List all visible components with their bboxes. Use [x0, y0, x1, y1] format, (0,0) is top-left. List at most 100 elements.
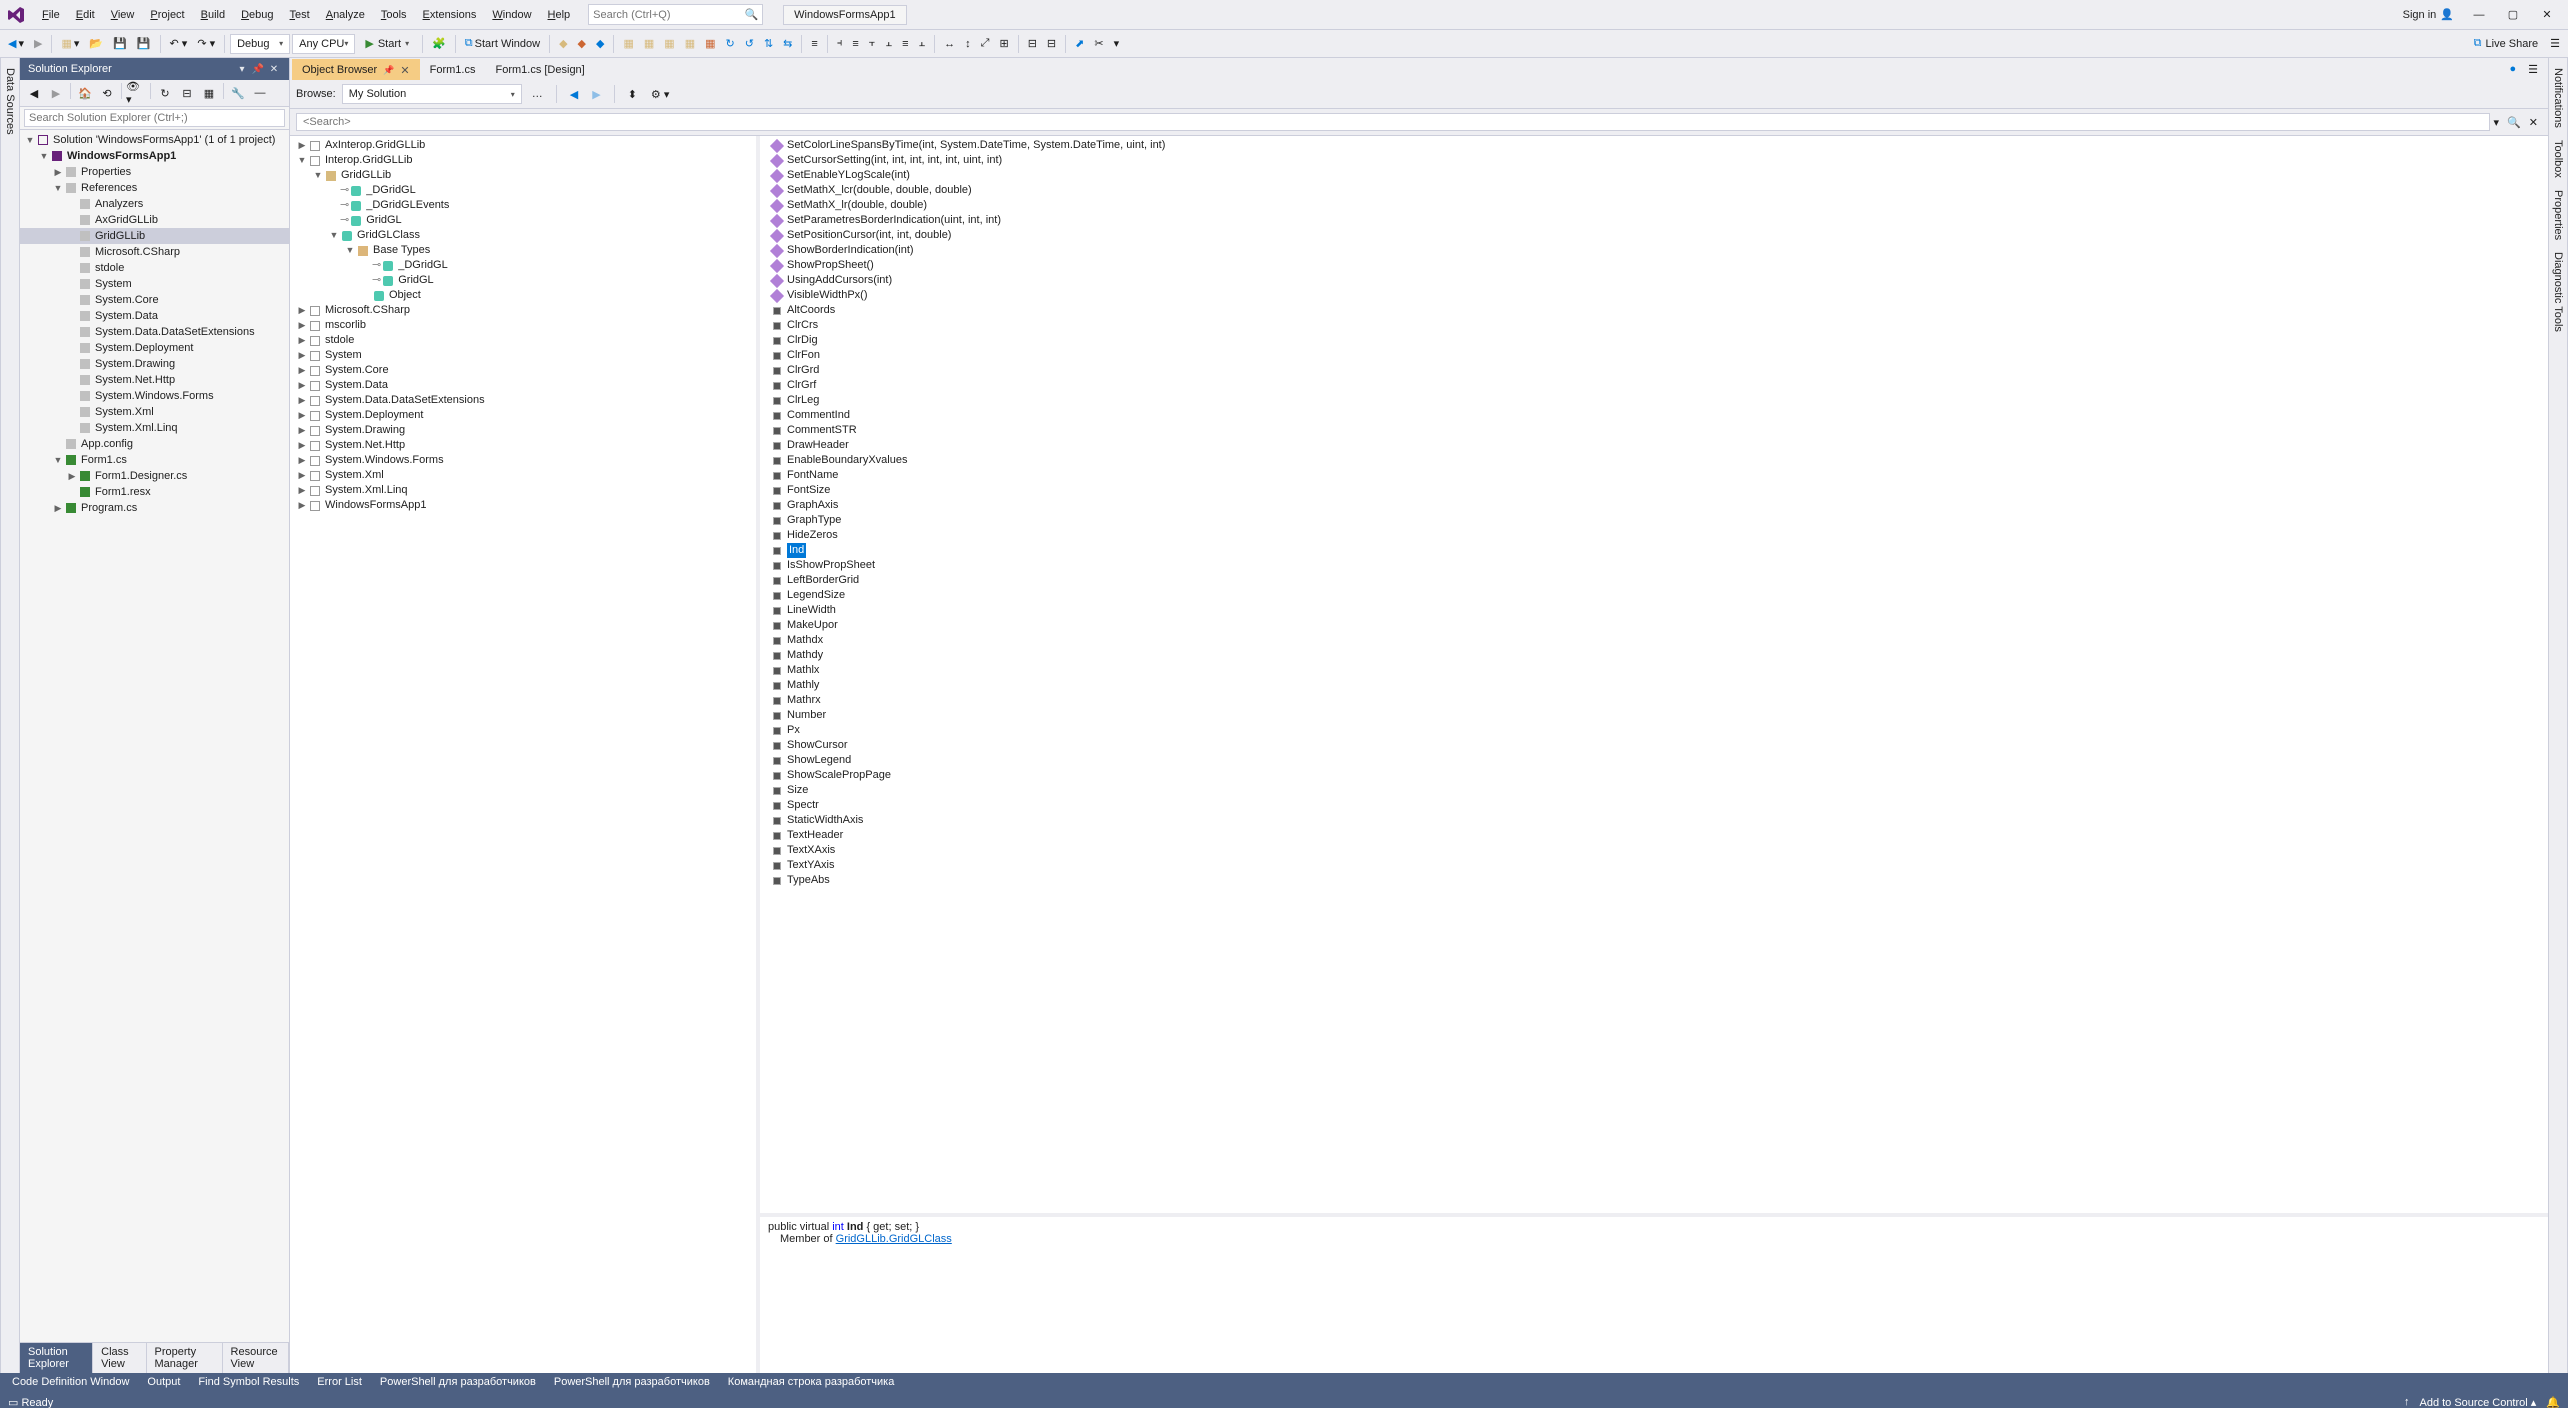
publish-button[interactable]: ↑	[2404, 1396, 2410, 1408]
rail-diagnostic-tools[interactable]: Diagnostic Tools	[2550, 246, 2566, 338]
tree-row[interactable]: ▶Form1.Designer.cs	[20, 468, 289, 484]
tree-row[interactable]: System.Data.DataSetExtensions	[20, 324, 289, 340]
member-method[interactable]: SetColorLineSpansByTime(int, System.Date…	[760, 138, 2548, 153]
align-7[interactable]: ⫠	[915, 33, 930, 55]
member-method[interactable]: VisibleWidthPx()	[760, 288, 2548, 303]
menu-edit[interactable]: Edit	[68, 5, 103, 25]
member-method[interactable]: SetMathX_lr(double, double)	[760, 198, 2548, 213]
se-back[interactable]: ◀	[24, 83, 44, 103]
tree-row[interactable]: System.Xml	[20, 404, 289, 420]
se-collapse[interactable]: ⊟	[177, 83, 197, 103]
tree-row[interactable]: ▶Properties	[20, 164, 289, 180]
expand-icon[interactable]: ▶	[296, 393, 308, 408]
save-all-button[interactable]: 💾	[133, 33, 155, 55]
tb-10[interactable]: ↺	[741, 33, 758, 55]
member-property[interactable]: ClrDig	[760, 333, 2548, 348]
ob-tree-row[interactable]: ▶System.Drawing	[290, 423, 756, 438]
ob-tree-row[interactable]: ▶mscorlib	[290, 318, 756, 333]
rail-data-sources[interactable]: Data Sources	[2, 62, 18, 141]
menu-view[interactable]: View	[103, 5, 143, 25]
ob-tree-row[interactable]: ▶WindowsFormsApp1	[290, 498, 756, 513]
ob-tree-row[interactable]: ▶System.Deployment	[290, 408, 756, 423]
expand-icon[interactable]: ▶	[296, 303, 308, 318]
member-property[interactable]: CommentInd	[760, 408, 2548, 423]
tool-tab[interactable]: Code Definition Window	[4, 1374, 137, 1390]
align-6[interactable]: ≡	[898, 33, 912, 55]
se-fwd[interactable]: ▶	[46, 83, 66, 103]
dist-3[interactable]: ⤢	[977, 33, 994, 55]
expand-icon[interactable]: ▶	[296, 348, 308, 363]
expand-icon[interactable]: ▶	[296, 423, 308, 438]
ob-tree-row[interactable]: ▶System.Windows.Forms	[290, 453, 756, 468]
menu-test[interactable]: Test	[282, 5, 318, 25]
member-method[interactable]: UsingAddCursors(int)	[760, 273, 2548, 288]
notifications-icon[interactable]: 🔔	[2546, 1396, 2560, 1408]
member-property[interactable]: IsShowPropSheet	[760, 558, 2548, 573]
se-scope[interactable]: 👁 ▾	[126, 83, 146, 103]
tree-row[interactable]: System.Net.Http	[20, 372, 289, 388]
member-property[interactable]: TypeAbs	[760, 873, 2548, 888]
menu-help[interactable]: Help	[540, 5, 579, 25]
member-property[interactable]: LeftBorderGrid	[760, 573, 2548, 588]
ob-tree-row[interactable]: ⊸ _DGridGL	[290, 183, 756, 198]
tree-row[interactable]: Microsoft.CSharp	[20, 244, 289, 260]
tree-row[interactable]: Analyzers	[20, 196, 289, 212]
tb-1[interactable]: ◆	[555, 33, 571, 55]
platform-combo[interactable]: Any CPU▾	[292, 34, 355, 54]
member-method[interactable]: SetParametresBorderIndication(uint, int,…	[760, 213, 2548, 228]
ob-back[interactable]: ◀	[566, 83, 582, 105]
ob-tree-row[interactable]: ▶System.Xml.Linq	[290, 483, 756, 498]
expand-icon[interactable]: ▶	[66, 468, 78, 484]
member-property[interactable]: ClrFon	[760, 348, 2548, 363]
browse-scope-combo[interactable]: My Solution▾	[342, 84, 522, 104]
tool-tab[interactable]: Output	[139, 1374, 188, 1390]
tb-3[interactable]: ◆	[592, 33, 608, 55]
back-button[interactable]: ◀ ▾	[4, 33, 28, 55]
member-property[interactable]: Mathly	[760, 678, 2548, 693]
ob-sort[interactable]: ⬍	[624, 83, 641, 105]
signin-button[interactable]: Sign in 👤	[2395, 4, 2462, 25]
minimize-button[interactable]: —	[2462, 4, 2496, 26]
expand-icon[interactable]: ▶	[296, 138, 308, 153]
ob-tree-row[interactable]: ▼GridGLClass	[290, 228, 756, 243]
tool-tab[interactable]: Error List	[309, 1374, 370, 1390]
tree-row[interactable]: ▼WindowsFormsApp1	[20, 148, 289, 164]
tb-6[interactable]: ▦	[660, 33, 678, 55]
tree-row[interactable]: System.Xml.Linq	[20, 420, 289, 436]
menu-debug[interactable]: Debug	[233, 5, 281, 25]
tree-row[interactable]: AxGridGLLib	[20, 212, 289, 228]
ob-tree-row[interactable]: ▶AxInterop.GridGLLib	[290, 138, 756, 153]
tb-9[interactable]: ↻	[722, 33, 739, 55]
expand-icon[interactable]: ▶	[296, 468, 308, 483]
member-property[interactable]: FontSize	[760, 483, 2548, 498]
member-property[interactable]: TextXAxis	[760, 843, 2548, 858]
expand-icon[interactable]: ▶	[296, 363, 308, 378]
member-property[interactable]: ClrCrs	[760, 318, 2548, 333]
redo-button[interactable]: ↷ ▾	[193, 33, 219, 55]
tree-row[interactable]: System.Drawing	[20, 356, 289, 372]
tree-row[interactable]: System.Core	[20, 292, 289, 308]
pin-icon[interactable]: 📌	[383, 65, 394, 76]
spacing-2[interactable]: ⊟	[1043, 33, 1060, 55]
member-property[interactable]: ShowScalePropPage	[760, 768, 2548, 783]
member-property[interactable]: ClrGrf	[760, 378, 2548, 393]
member-of-link[interactable]: GridGLLib.GridGLClass	[836, 1233, 952, 1245]
menu-build[interactable]: Build	[193, 5, 233, 25]
ob-tree-row[interactable]: ⊸ GridGL	[290, 273, 756, 288]
se-sync[interactable]: ⟲	[97, 83, 117, 103]
solution-explorer-search-input[interactable]	[24, 109, 285, 127]
expand-icon[interactable]: ▶	[296, 453, 308, 468]
tabs-dropdown[interactable]: ☰	[2524, 58, 2542, 80]
tool-tab[interactable]: Find Symbol Results	[190, 1374, 307, 1390]
ob-fwd[interactable]: ▶	[588, 83, 604, 105]
member-property[interactable]: ShowCursor	[760, 738, 2548, 753]
expand-icon[interactable]: ▼	[24, 132, 36, 148]
global-search[interactable]: 🔍	[588, 4, 763, 25]
member-property[interactable]: AltCoords	[760, 303, 2548, 318]
member-method[interactable]: ShowBorderIndication(int)	[760, 243, 2548, 258]
order-2[interactable]: ✂	[1090, 33, 1107, 55]
se-preview[interactable]: —	[250, 83, 270, 103]
expand-icon[interactable]: ▶	[296, 483, 308, 498]
ob-search-go[interactable]: 🔍	[2503, 111, 2525, 133]
ob-tree-row[interactable]: Object	[290, 288, 756, 303]
